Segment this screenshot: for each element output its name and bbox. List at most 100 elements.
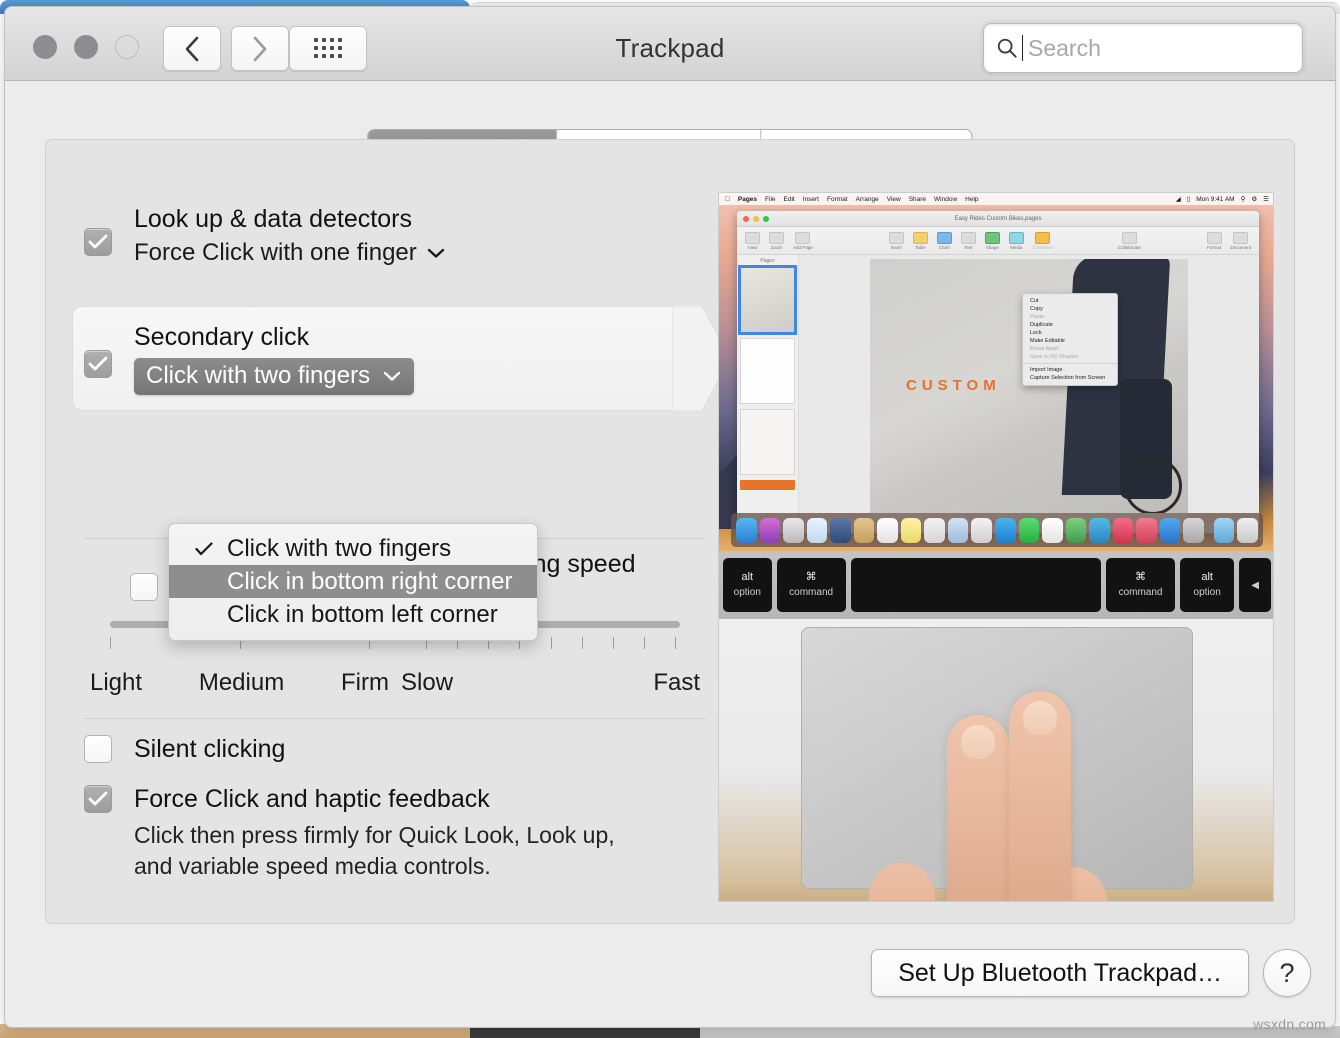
pages-sidebar-header: Pages: [740, 258, 795, 264]
menubar-item-window: Window: [934, 196, 957, 203]
menubar-app-name: Pages: [738, 196, 757, 203]
dock-icon-launchpad: [783, 518, 804, 543]
look-up-popup-value: Force Click with one finger: [134, 236, 417, 270]
finger-middle: [1009, 691, 1071, 902]
pages-toolbar-addpage: Add Page: [793, 232, 813, 250]
force-click-label: Force Click and haptic feedback: [134, 782, 490, 816]
dock-icon-music: [1136, 518, 1157, 543]
context-menu-item-make-editable: Make Editable: [1023, 337, 1117, 345]
context-menu-item-capture-selection: Capture Selection from Screen: [1023, 374, 1117, 382]
preview-mac-screen:  Pages File Edit Insert Format Arrange …: [719, 193, 1274, 551]
secondary-click-popup-button[interactable]: Click with two fingers: [134, 358, 414, 395]
menu-item-label: Click in bottom right corner: [227, 568, 512, 595]
dock-icon-safari: [807, 518, 828, 543]
click-label-light: Light: [90, 669, 142, 697]
pages-thumbnail-1: [740, 267, 795, 333]
dock-icon-trash: [1237, 518, 1258, 543]
pages-toolbar-shape: Shape: [985, 232, 1000, 250]
preview-menubar:  Pages File Edit Insert Format Arrange …: [719, 193, 1274, 205]
watermark: wsxdn.com: [1253, 1016, 1326, 1032]
tap-to-click-checkbox[interactable]: [130, 573, 158, 601]
dock-icon-siri: [760, 518, 781, 543]
key-option-left: alt option: [723, 558, 772, 612]
menubar-item-edit: Edit: [784, 196, 795, 203]
look-up-body: Look up & data detectors Force Click wit…: [134, 202, 446, 270]
control-center-icon: ⚙: [1251, 195, 1257, 203]
pages-thumbnail-3: [740, 409, 795, 475]
pages-toolbar: View Zoom Add Page Insert Table Chart Te…: [737, 227, 1259, 255]
menubar-item-format: Format: [827, 196, 848, 203]
pages-toolbar-text: Text: [961, 232, 976, 250]
menubar-item-view: View: [887, 196, 901, 203]
menu-item-click-in-bottom-left-corner[interactable]: Click in bottom left corner: [169, 598, 537, 631]
screen: Trackpad Search Point & Click Scroll & Z…: [0, 0, 1340, 1038]
pages-toolbar-collaborate: Collaborate: [1118, 232, 1141, 250]
set-up-bluetooth-trackpad-button[interactable]: Set Up Bluetooth Trackpad…: [871, 949, 1249, 997]
preview-dock: [731, 513, 1263, 547]
force-click-checkbox[interactable]: [84, 785, 112, 813]
silent-clicking-checkbox[interactable]: [84, 735, 112, 763]
context-menu-item-lock: Lock: [1023, 329, 1117, 337]
tracking-speed-slider-labels: Slow Fast: [401, 669, 700, 697]
menu-item-click-in-bottom-right-corner[interactable]: Click in bottom right corner: [169, 565, 537, 598]
pages-toolbar-zoom: Zoom: [769, 232, 784, 250]
look-up-checkbox[interactable]: [84, 228, 112, 256]
secondary-click-callout: Secondary click Click with two fingers: [72, 306, 697, 411]
menubar-item-share: Share: [909, 196, 926, 203]
search-field[interactable]: Search: [983, 23, 1303, 73]
checkmark-icon: [88, 356, 108, 372]
text-cursor: [1022, 35, 1023, 61]
menubar-item-help: Help: [965, 196, 978, 203]
checkmark-icon: [88, 791, 108, 807]
finger-index: [947, 715, 1009, 902]
menu-item-click-with-two-fingers[interactable]: Click with two fingers: [169, 532, 537, 565]
dock-icon-notes: [901, 518, 922, 543]
key-command-right: ⌘ command: [1106, 558, 1175, 612]
pages-toolbar-format: Format: [1207, 232, 1222, 250]
photo-bike-wheel: [1124, 457, 1182, 515]
dock-icon-itunes: [1113, 518, 1134, 543]
divider-below-sliders: [84, 718, 706, 719]
search-icon: [996, 37, 1018, 59]
dock-icon-calendar: [877, 518, 898, 543]
pages-toolbar-chart: Chart: [937, 232, 952, 250]
dock-icon-reminders: [924, 518, 945, 543]
context-menu-item-paste: Paste: [1023, 313, 1117, 321]
secondary-click-checkbox[interactable]: [84, 350, 112, 378]
document-context-menu: Cut Copy Paste Duplicate Lock Make Edita…: [1022, 293, 1118, 386]
option-force-click[interactable]: Force Click and haptic feedback: [84, 782, 706, 816]
option-silent-clicking[interactable]: Silent clicking: [84, 732, 706, 766]
pages-titlebar: Easy Rides Custom Bikes.pages: [737, 211, 1259, 227]
force-click-description-line-2: and variable speed media controls.: [134, 851, 706, 882]
window-titlebar: Trackpad Search: [5, 7, 1335, 81]
key-arrow-left: ◀: [1239, 558, 1271, 612]
context-menu-item-copy: Copy: [1023, 305, 1117, 313]
context-menu-item-duplicate: Duplicate: [1023, 321, 1117, 329]
settings-left-column: Look up & data detectors Force Click wit…: [84, 202, 706, 270]
tracking-label-fast: Fast: [653, 669, 700, 697]
pages-toolbar-media: Media: [1009, 232, 1024, 250]
secondary-click-dropdown-menu[interactable]: Click with two fingers Click in bottom r…: [168, 523, 538, 641]
pages-document-title: Easy Rides Custom Bikes.pages: [737, 216, 1259, 222]
pages-thumbnail-2: [740, 338, 795, 404]
chevron-down-icon: [426, 247, 446, 259]
help-button[interactable]: ?: [1263, 949, 1311, 997]
preview-pages-window: Easy Rides Custom Bikes.pages View Zoom …: [737, 211, 1259, 533]
look-up-popup[interactable]: Force Click with one finger: [134, 236, 446, 270]
dock-icon-pages: [1042, 518, 1063, 543]
tracking-label-slow: Slow: [401, 669, 453, 697]
force-click-body: Force Click and haptic feedback: [134, 782, 490, 816]
trackpad-preferences-window: Trackpad Search Point & Click Scroll & Z…: [4, 6, 1336, 1028]
dock-icon-numbers: [1066, 518, 1087, 543]
key-command-left: ⌘ command: [777, 558, 846, 612]
option-tap-to-click[interactable]: [130, 573, 158, 601]
settings-panel: Look up & data detectors Force Click wit…: [45, 139, 1295, 924]
dock-icon-keynote: [1089, 518, 1110, 543]
dock-icon-appstore: [1160, 518, 1181, 543]
gesture-preview-video[interactable]:  Pages File Edit Insert Format Arrange …: [718, 192, 1274, 902]
click-label-firm: Firm: [341, 669, 389, 697]
key-space: [851, 558, 1101, 612]
menu-item-label: Click with two fingers: [227, 535, 451, 562]
pages-thumbnail-4: [740, 480, 795, 490]
option-look-up-and-data-detectors[interactable]: Look up & data detectors Force Click wit…: [84, 202, 706, 270]
